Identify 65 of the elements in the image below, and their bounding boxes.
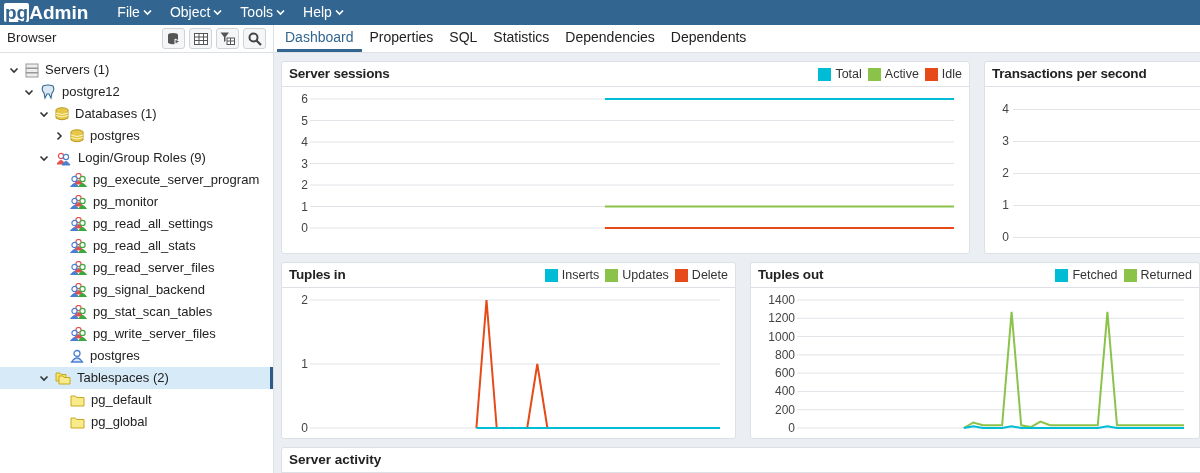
legend-label: Returned — [1140, 266, 1192, 284]
menu-item[interactable]: Help — [294, 0, 353, 25]
card-title: Tuples out — [758, 265, 824, 284]
legend-label: Fetched — [1072, 266, 1118, 284]
tree-item[interactable]: postgre12 — [0, 81, 273, 103]
logo: pgAdmin — [4, 3, 89, 22]
axis-label: 0 — [301, 421, 308, 435]
tab[interactable]: Properties — [361, 25, 442, 52]
axis-label: 4 — [301, 135, 308, 149]
axis-label: 1 — [301, 199, 308, 214]
panel-title: Browser — [7, 29, 57, 48]
tree-item[interactable]: pg_global — [0, 411, 273, 433]
axis-label: 400 — [774, 384, 795, 399]
tree-item[interactable]: Servers (1) — [0, 59, 273, 81]
axis-label: 600 — [774, 366, 795, 381]
axis-label: 1000 — [768, 329, 795, 344]
axis-label: 1200 — [768, 311, 795, 326]
axis-label: 200 — [774, 402, 795, 417]
tab[interactable]: SQL — [441, 25, 486, 52]
tree-item[interactable]: postgres — [0, 125, 273, 147]
tree-item[interactable]: Databases (1) — [0, 103, 273, 125]
menu-item[interactable]: File — [108, 0, 161, 25]
axis-label: 1400 — [768, 293, 795, 307]
tree-item[interactable]: postgres — [0, 345, 273, 367]
card-title: Tuples in — [289, 265, 346, 284]
tree-item[interactable]: pg_read_all_settings — [0, 213, 273, 235]
legend-label: Updates — [622, 266, 669, 284]
tab[interactable]: Dependencies — [557, 25, 663, 52]
axis-label: 0 — [301, 221, 308, 235]
axis-label: 3 — [1001, 133, 1009, 150]
card-title: Transactions per second — [992, 64, 1147, 83]
tab[interactable]: Dependents — [662, 25, 755, 52]
axis-label: 6 — [301, 92, 308, 106]
axis-label: 4 — [1001, 101, 1009, 118]
tree-item[interactable]: pg_read_all_stats — [0, 235, 273, 257]
legend-label: Inserts — [561, 266, 600, 284]
tab[interactable]: Statistics — [485, 25, 558, 52]
tree-item[interactable]: pg_default — [0, 389, 273, 411]
tree-item[interactable]: pg_signal_backend — [0, 279, 273, 301]
axis-label: 0 — [1001, 229, 1009, 246]
menu-item[interactable]: Object — [160, 0, 232, 25]
axis-label: 0 — [788, 421, 795, 435]
axis-label: 3 — [301, 156, 308, 171]
tree-item[interactable]: pg_monitor — [0, 191, 273, 213]
tree-item[interactable]: pg_read_server_files — [0, 257, 273, 279]
tree-item[interactable]: pg_execute_server_program — [0, 169, 273, 191]
tree-item[interactable]: Tablespaces (2) — [0, 367, 273, 389]
tree-item[interactable]: Login/Group Roles (9) — [0, 147, 273, 169]
axis-label: 5 — [301, 113, 308, 128]
legend-label: Active — [884, 65, 919, 83]
legend-label: Delete — [691, 266, 728, 284]
axis-label: 1 — [301, 357, 308, 371]
card-title: Server sessions — [289, 64, 390, 83]
axis-label: 2 — [1001, 165, 1009, 182]
axis-label: 2 — [301, 178, 308, 192]
legend-label: Total — [835, 65, 862, 83]
tree-item[interactable]: pg_stat_scan_tables — [0, 301, 273, 323]
axis-label: 2 — [301, 293, 308, 307]
tree-item[interactable]: pg_write_server_files — [0, 323, 273, 345]
card-title: Server activity — [289, 450, 382, 469]
axis-label: 800 — [774, 347, 795, 362]
axis-label: 1 — [1001, 197, 1009, 214]
legend-label: Idle — [941, 65, 962, 83]
tab[interactable]: Dashboard — [277, 25, 362, 52]
menu-item[interactable]: Tools — [231, 0, 295, 25]
